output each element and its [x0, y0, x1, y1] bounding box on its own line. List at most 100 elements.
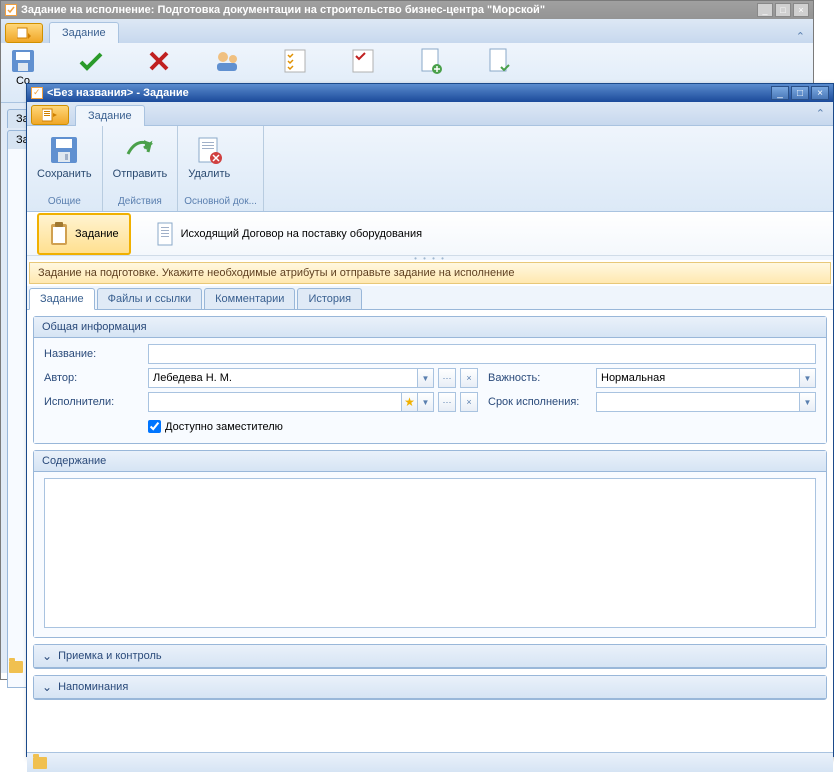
foreground-window: <Без названия> - Задание _ □ × Задание ⌃… [26, 83, 834, 757]
executors-ellipsis-button[interactable]: ⋯ [438, 392, 456, 412]
tab-comments[interactable]: Комментарии [204, 288, 295, 309]
grip-handle[interactable]: • • • • [27, 256, 833, 260]
save-icon[interactable] [9, 47, 37, 75]
executors-clear-button[interactable]: × [460, 392, 478, 412]
tab-files[interactable]: Файлы и ссылки [97, 288, 203, 309]
ribbon-group-general: Сохранить Общие [27, 126, 103, 211]
context-bar: Задание Исходящий Договор на поставку об… [27, 212, 833, 256]
executors-input[interactable] [149, 393, 401, 411]
importance-dropdown-icon[interactable]: ▼ [799, 369, 815, 387]
form-area: Общая информация Название: Автор: ▼ ⋯ × … [27, 310, 833, 752]
bg-app-menu-button[interactable] [5, 23, 43, 43]
executors-star-icon[interactable]: ★ [401, 393, 417, 411]
send-label: Отправить [113, 168, 168, 180]
group-doc-title: Основной док... [184, 194, 257, 209]
name-label: Название: [44, 348, 144, 360]
content-textarea[interactable] [44, 478, 816, 628]
context-doc-button[interactable]: Исходящий Договор на поставку оборудован… [145, 215, 432, 253]
group-reminders: ⌄ Напоминания [33, 675, 827, 700]
group-acceptance-header[interactable]: ⌄ Приемка и контроль [34, 645, 826, 668]
fg-app-menu-button[interactable] [31, 105, 69, 125]
send-button[interactable]: Отправить [109, 132, 172, 182]
author-input[interactable] [149, 369, 417, 387]
group-content-header: Содержание [34, 451, 826, 472]
deadline-label: Срок исполнения: [482, 396, 592, 408]
reminders-label: Напоминания [58, 681, 128, 693]
fg-statusbar [27, 752, 833, 772]
checklist-icon[interactable] [281, 47, 309, 75]
send-icon [124, 134, 156, 166]
fg-minimize-button[interactable]: _ [771, 86, 789, 100]
folder-icon[interactable] [33, 757, 47, 769]
doc-add-icon[interactable] [417, 47, 445, 75]
bg-folder-icon[interactable] [9, 661, 23, 673]
save-icon [48, 134, 80, 166]
users-icon[interactable] [213, 47, 241, 75]
substitute-label: Доступно заместителю [165, 421, 283, 433]
importance-combo[interactable]: ▼ [596, 368, 816, 388]
context-task-button[interactable]: Задание [37, 213, 131, 255]
check-green-icon[interactable] [77, 47, 105, 75]
deadline-input[interactable] [597, 393, 799, 411]
bg-title: Задание на исполнение: Подготовка докуме… [21, 4, 757, 16]
task-icon [5, 4, 17, 16]
save-button[interactable]: Сохранить [33, 132, 96, 182]
clipboard-icon [49, 221, 69, 247]
group-acceptance: ⌄ Приемка и контроль [33, 644, 827, 669]
author-combo[interactable]: ▼ [148, 368, 434, 388]
fg-tab-task[interactable]: Задание [75, 105, 145, 126]
author-clear-button[interactable]: × [460, 368, 478, 388]
importance-input[interactable] [597, 369, 799, 387]
chevron-down-icon: ⌄ [42, 680, 52, 694]
bg-maximize-button[interactable]: □ [775, 3, 791, 17]
doc-check-icon[interactable] [485, 47, 513, 75]
importance-label: Важность: [482, 372, 592, 384]
fg-titlebar: <Без названия> - Задание _ □ × [27, 84, 833, 102]
bg-collapse-ribbon-icon[interactable]: ⌃ [796, 30, 805, 43]
acceptance-label: Приемка и контроль [58, 650, 162, 662]
author-label: Автор: [44, 372, 144, 384]
fg-close-button[interactable]: × [811, 86, 829, 100]
author-dropdown-icon[interactable]: ▼ [417, 369, 433, 387]
bg-minimize-button[interactable]: _ [757, 3, 773, 17]
fg-title: <Без названия> - Задание [47, 87, 771, 99]
fg-ribbon: Сохранить Общие Отправить Действия [27, 126, 833, 212]
group-content: Содержание [33, 450, 827, 638]
tab-history[interactable]: История [297, 288, 362, 309]
chevron-down-icon: ⌄ [42, 649, 52, 663]
fg-ribbon-tabs: Задание ⌃ [27, 102, 833, 126]
checklist-red-icon[interactable] [349, 47, 377, 75]
save-label: Сохранить [37, 168, 92, 180]
executors-label: Исполнители: [44, 396, 144, 408]
delete-label: Удалить [188, 168, 230, 180]
name-input[interactable] [148, 344, 816, 364]
group-general-header: Общая информация [34, 317, 826, 338]
document-icon [155, 221, 175, 247]
group-general-title: Общие [33, 194, 96, 209]
ribbon-group-actions: Отправить Действия [103, 126, 179, 211]
group-general-info: Общая информация Название: Автор: ▼ ⋯ × … [33, 316, 827, 444]
bg-close-button[interactable]: × [793, 3, 809, 17]
context-doc-label: Исходящий Договор на поставку оборудован… [181, 228, 422, 240]
x-red-icon[interactable] [145, 47, 173, 75]
fg-collapse-ribbon-icon[interactable]: ⌃ [816, 107, 825, 120]
fg-maximize-button[interactable]: □ [791, 86, 809, 100]
delete-doc-icon [193, 134, 225, 166]
inner-tabs: Задание Файлы и ссылки Комментарии Истор… [27, 286, 833, 310]
status-message: Задание на подготовке. Укажите необходим… [29, 262, 831, 284]
bg-titlebar: Задание на исполнение: Подготовка докуме… [1, 1, 813, 19]
executors-combo[interactable]: ★ ▼ [148, 392, 434, 412]
ribbon-group-doc: Удалить Основной док... [178, 126, 264, 211]
group-reminders-header[interactable]: ⌄ Напоминания [34, 676, 826, 699]
tab-task[interactable]: Задание [29, 288, 95, 310]
author-ellipsis-button[interactable]: ⋯ [438, 368, 456, 388]
executors-dropdown-icon[interactable]: ▼ [417, 393, 433, 411]
group-actions-title: Действия [109, 194, 172, 209]
deadline-dropdown-icon[interactable]: ▼ [799, 393, 815, 411]
substitute-checkbox[interactable] [148, 420, 161, 433]
deadline-combo[interactable]: ▼ [596, 392, 816, 412]
context-task-label: Задание [75, 228, 119, 240]
delete-button[interactable]: Удалить [184, 132, 234, 182]
bg-tab-task[interactable]: Задание [49, 22, 119, 43]
bg-ribbon-tabs: Задание ⌃ [1, 19, 813, 43]
